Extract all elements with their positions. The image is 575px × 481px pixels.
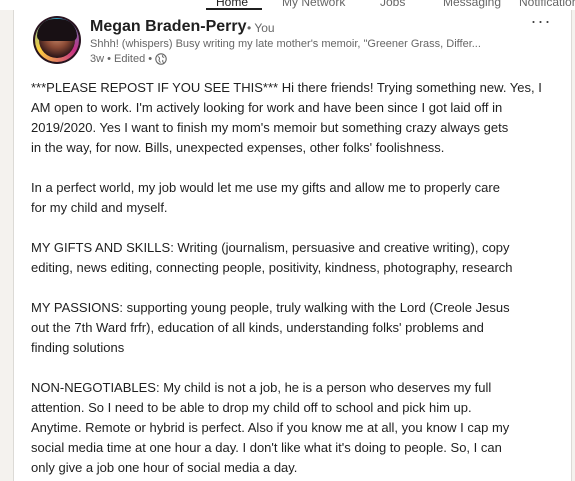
nav-my-network[interactable]: My Network: [282, 0, 345, 9]
nav-messaging[interactable]: Messaging: [443, 0, 501, 9]
post-body: ***PLEASE REPOST IF YOU SEE THIS*** Hi t…: [31, 78, 571, 478]
more-options-icon[interactable]: ···: [528, 12, 554, 32]
post-line: MY GIFTS AND SKILLS: Writing (journalism…: [31, 240, 510, 255]
post-paragraph: ***PLEASE REPOST IF YOU SEE THIS*** Hi t…: [31, 78, 571, 158]
post-card: Megan Braden-Perry • You Shhh! (whispers…: [13, 10, 572, 481]
post-paragraph: MY PASSIONS: supporting young people, tr…: [31, 298, 571, 358]
post-line: MY PASSIONS: supporting young people, tr…: [31, 300, 510, 315]
post-timestamp: 3w • Edited •: [90, 53, 153, 65]
post-line: NON-NEGOTIABLES: My child is not a job, …: [31, 380, 492, 395]
post-line: In a perfect world, my job would let me …: [31, 180, 500, 195]
post-line: only give a job one hour of social media…: [31, 460, 298, 475]
post-line: in the way, for now. Bills, unexpected e…: [31, 140, 445, 155]
post-line: finding solutions: [31, 340, 125, 355]
nav-notifications[interactable]: Notifications: [519, 0, 575, 9]
post-paragraph: NON-NEGOTIABLES: My child is not a job, …: [31, 378, 571, 478]
post-line: 2019/2020. Yes I want to finish my mom's…: [31, 120, 509, 135]
post-line: editing, news editing, connecting people…: [31, 260, 513, 275]
author-headline: Shhh! (whispers) Busy writing my late mo…: [90, 38, 481, 50]
avatar[interactable]: [33, 16, 81, 64]
top-navigation: Home My Network Jobs Messaging Notificat…: [0, 0, 575, 10]
post-meta: 3w • Edited •: [90, 53, 167, 65]
post-line: out the 7th Ward frfr), education of all…: [31, 320, 484, 335]
nav-jobs[interactable]: Jobs: [380, 0, 405, 9]
post-line: social media time at one hour a day. I d…: [31, 440, 502, 455]
globe-icon: [155, 53, 167, 65]
post-paragraph: In a perfect world, my job would let me …: [31, 178, 571, 218]
post-line: ***PLEASE REPOST IF YOU SEE THIS*** Hi t…: [31, 80, 542, 95]
avatar-hair: [37, 19, 77, 41]
post-line: for my child and myself.: [31, 200, 168, 215]
author-degree: • You: [247, 21, 275, 35]
post-line: attention. So I need to be able to drop …: [31, 400, 472, 415]
post-line: AM open to work. I'm actively looking fo…: [31, 100, 503, 115]
post-line: Anytime. Remote or hybrid is perfect. Al…: [31, 420, 510, 435]
post-paragraph: MY GIFTS AND SKILLS: Writing (journalism…: [31, 238, 571, 278]
author-name[interactable]: Megan Braden-Perry: [90, 18, 247, 36]
